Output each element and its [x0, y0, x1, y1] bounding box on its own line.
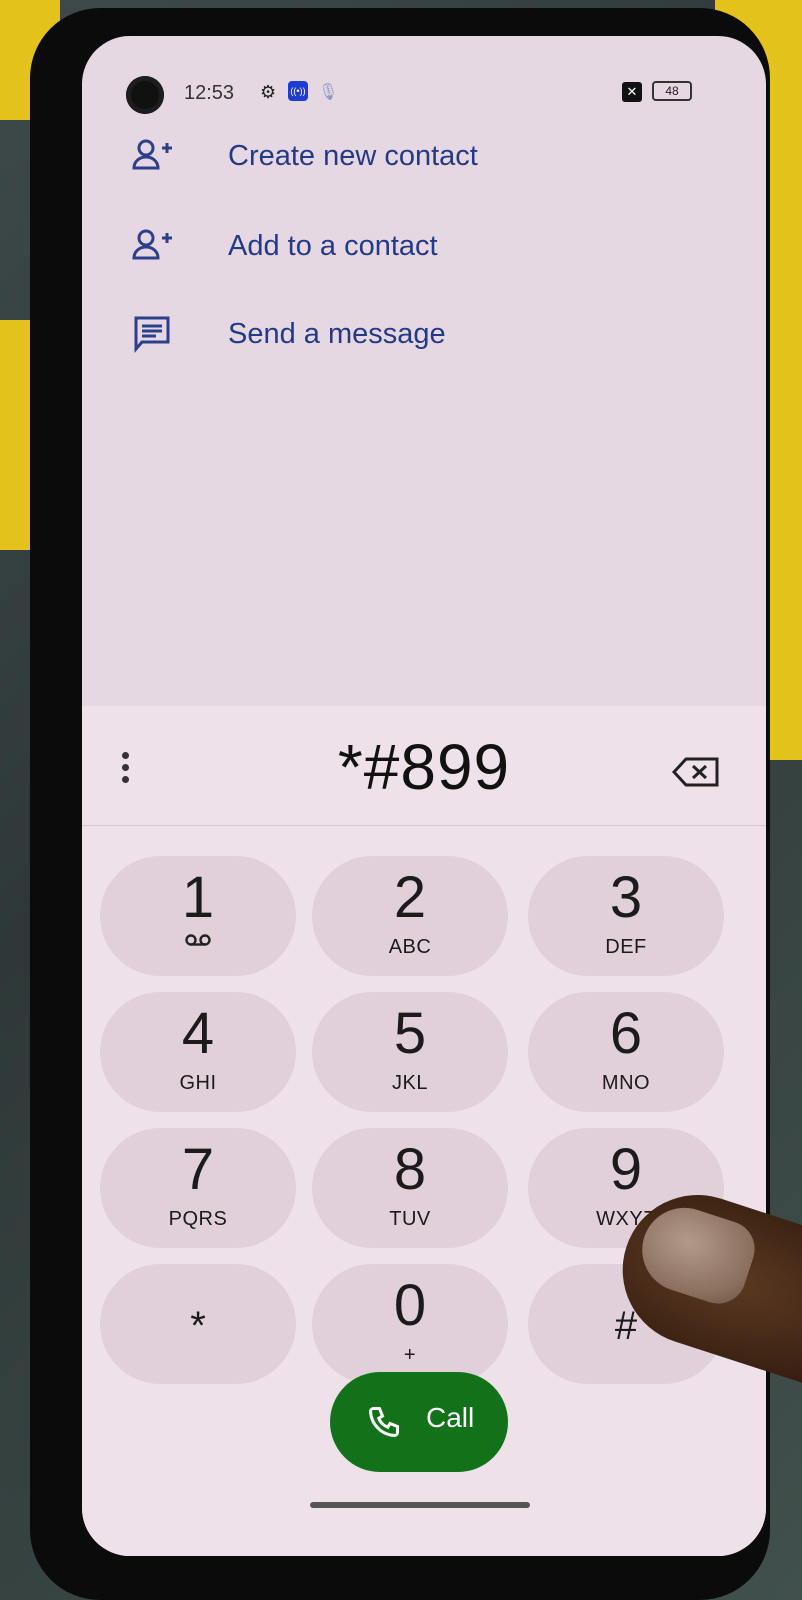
- key-digit: 9: [609, 1137, 643, 1202]
- key-digit: 3: [609, 865, 643, 930]
- call-button[interactable]: Call: [330, 1372, 508, 1472]
- key-8[interactable]: 8 TUV: [312, 1128, 508, 1248]
- key-digit: *: [190, 1304, 206, 1348]
- key-0[interactable]: 0 +: [312, 1264, 508, 1384]
- key-letters: +: [403, 1344, 417, 1366]
- action-label: Create new contact: [228, 139, 478, 172]
- status-time: 12:53: [184, 82, 235, 104]
- mic-icon: 🎙: [318, 84, 339, 101]
- gear-icon: ⚙: [260, 82, 277, 102]
- key-2[interactable]: 2 ABC: [312, 856, 508, 976]
- message-icon: [134, 316, 170, 354]
- key-digit: 1: [181, 865, 215, 930]
- key-6[interactable]: 6 MNO: [528, 992, 724, 1112]
- key-letters: PQRS: [168, 1208, 228, 1230]
- create-new-contact-action[interactable]: Create new contact: [82, 126, 766, 186]
- add-to-contact-action[interactable]: Add to a contact: [82, 216, 766, 276]
- gesture-nav-bar[interactable]: [310, 1502, 530, 1508]
- key-3[interactable]: 3 DEF: [528, 856, 724, 976]
- key-digit: 5: [393, 1001, 427, 1066]
- backspace-icon[interactable]: [672, 756, 720, 788]
- key-digit: 6: [609, 1001, 643, 1066]
- key-digit: 0: [393, 1273, 427, 1338]
- phone-icon: [368, 1407, 399, 1438]
- action-label: Add to a contact: [228, 229, 438, 262]
- fingernail: [631, 1196, 762, 1311]
- camera-hole: [126, 76, 164, 114]
- person-add-icon: [132, 229, 172, 260]
- key-letters: JKL: [392, 1072, 428, 1094]
- key-digit: 7: [181, 1137, 215, 1202]
- key-digit: 4: [181, 1001, 215, 1066]
- call-label: Call: [426, 1402, 475, 1433]
- number-display-row: *#899: [82, 706, 766, 826]
- key-7[interactable]: 7 PQRS: [100, 1128, 296, 1248]
- key-letters: GHI: [179, 1072, 217, 1094]
- key-digit: 2: [393, 865, 427, 930]
- key-letters: TUV: [389, 1208, 431, 1230]
- status-bar: 12:53 ⚙ ((•)) 🎙 ✕ 48: [82, 76, 766, 116]
- key-letters: MNO: [601, 1072, 651, 1094]
- key-letters: DEF: [605, 936, 647, 958]
- voicemail-icon: [185, 934, 211, 946]
- send-message-action[interactable]: Send a message: [82, 304, 766, 364]
- action-label: Send a message: [228, 317, 446, 350]
- key-4[interactable]: 4 GHI: [100, 992, 296, 1112]
- hotspot-icon: ((•)): [288, 81, 308, 101]
- key-star[interactable]: *: [100, 1264, 296, 1384]
- phone-frame: 12:53 ⚙ ((•)) 🎙 ✕ 48 Create new contact …: [30, 8, 770, 1600]
- key-digit: 8: [393, 1137, 427, 1202]
- key-letters: ABC: [388, 936, 432, 958]
- no-sim-icon: ✕: [622, 82, 642, 102]
- battery-indicator: 48: [652, 81, 692, 101]
- key-1[interactable]: 1: [100, 856, 296, 976]
- key-5[interactable]: 5 JKL: [312, 992, 508, 1112]
- dialed-number: *#899: [337, 731, 511, 803]
- person-add-icon: [132, 139, 172, 170]
